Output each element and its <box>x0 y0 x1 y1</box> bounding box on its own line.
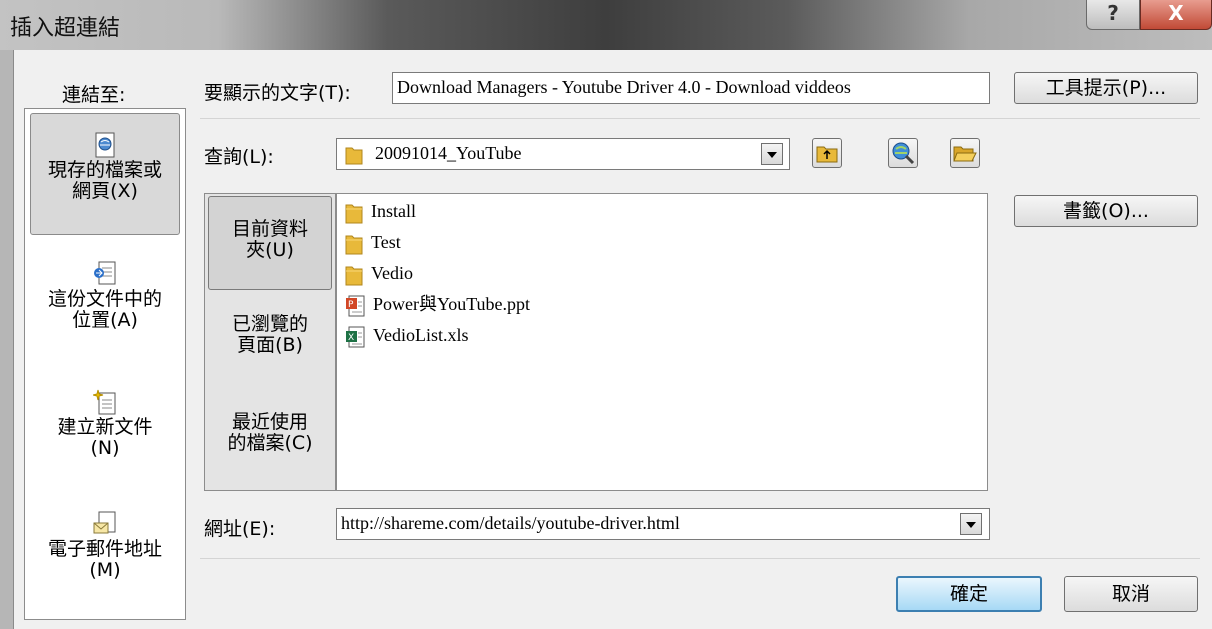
display-text-label: 要顯示的文字(T): <box>204 82 351 104</box>
tab-current-folder[interactable]: 目前資料 夾(U) <box>208 196 332 290</box>
separator <box>200 558 1200 559</box>
link-existing-label-2: 網頁(X) <box>72 180 138 202</box>
link-place-in-document[interactable]: 這份文件中的 位置(A) <box>30 255 180 355</box>
address-label: 網址(E): <box>204 518 276 540</box>
browse-source-tabs: 目前資料 夾(U) 已瀏覽的 頁面(B) 最近使用 的檔案(C) <box>204 193 336 491</box>
window-title: 插入超連結 <box>10 16 121 41</box>
document-place-icon <box>94 261 116 285</box>
look-in-dropdown-arrow[interactable] <box>761 143 783 165</box>
powerpoint-file-icon: P <box>346 295 365 317</box>
display-text-input[interactable]: Download Managers - Youtube Driver 4.0 -… <box>392 72 990 104</box>
tab-current-folder-label-1: 目前資料 <box>231 218 308 240</box>
folder-icon <box>345 204 363 224</box>
address-input[interactable]: http://shareme.com/details/youtube-drive… <box>336 508 990 540</box>
link-existing-file-or-web-page[interactable]: 現存的檔案或 網頁(X) <box>30 113 180 235</box>
excel-file-icon: X <box>346 326 365 348</box>
link-existing-label-1: 現存的檔案或 <box>47 159 162 181</box>
look-in-dropdown[interactable]: 20091014_YouTube <box>336 138 790 170</box>
tab-browsed-pages-label-2: 頁面(B) <box>237 334 303 356</box>
file-name: Power與YouTube.ppt <box>373 294 531 314</box>
address-dropdown-arrow[interactable] <box>960 513 982 535</box>
look-in-value: 20091014_YouTube <box>375 143 522 163</box>
list-item[interactable]: Install <box>345 196 416 226</box>
separator <box>200 118 1200 119</box>
link-create-new-document[interactable]: 建立新文件 (N) <box>30 385 180 485</box>
browse-web-button[interactable] <box>888 138 918 168</box>
link-to-label: 連結至: <box>62 84 126 106</box>
tab-recent-files-label-1: 最近使用 <box>231 411 308 433</box>
file-name: Install <box>371 201 416 221</box>
tab-current-folder-label-2: 夾(U) <box>246 239 294 261</box>
tab-recent-files-label-2: 的檔案(C) <box>227 432 313 454</box>
link-place-label-2: 位置(A) <box>72 309 138 331</box>
window-frame-left <box>0 50 14 629</box>
screentip-button[interactable]: 工具提示(P)... <box>1014 72 1198 104</box>
list-item[interactable]: X VedioList.xls <box>345 320 469 350</box>
list-item[interactable]: Test <box>345 227 401 257</box>
web-page-icon <box>95 132 115 158</box>
new-document-icon <box>93 389 116 415</box>
file-name: VedioList.xls <box>373 325 469 345</box>
browse-web-icon <box>892 142 915 165</box>
tab-browsed-pages[interactable]: 已瀏覽的 頁面(B) <box>208 306 332 376</box>
link-email-label-2: (M) <box>89 559 121 581</box>
tab-recent-files[interactable]: 最近使用 的檔案(C) <box>208 404 332 474</box>
file-list[interactable]: Install Test Vedio P Power與YouTube.ppt X V… <box>336 193 988 491</box>
link-new-doc-label-2: (N) <box>90 437 120 459</box>
list-item[interactable]: P Power與YouTube.ppt <box>345 289 530 319</box>
file-name: Vedio <box>371 263 413 283</box>
folder-icon <box>345 266 363 286</box>
file-name: Test <box>371 232 401 252</box>
cancel-button[interactable]: 取消 <box>1064 576 1198 612</box>
up-one-folder-button[interactable] <box>812 138 842 168</box>
folder-icon <box>345 235 363 255</box>
svg-text:X: X <box>348 333 354 343</box>
tab-browsed-pages-label-1: 已瀏覽的 <box>231 313 308 335</box>
bookmark-button[interactable]: 書籤(O)... <box>1014 195 1198 227</box>
open-folder-icon <box>953 146 977 162</box>
link-to-bar: 現存的檔案或 網頁(X) 這份文件中的 位置(A) 建立新文件 (N) 電子郵件… <box>24 108 186 620</box>
title-bar <box>0 0 1212 50</box>
svg-text:P: P <box>348 300 354 310</box>
link-email-address[interactable]: 電子郵件地址 (M) <box>30 509 180 609</box>
help-button[interactable]: ? <box>1086 0 1140 30</box>
up-folder-icon <box>816 146 838 163</box>
folder-icon <box>345 147 363 165</box>
link-email-label-1: 電子郵件地址 <box>47 538 162 560</box>
close-button[interactable]: X <box>1140 0 1212 30</box>
list-item[interactable]: Vedio <box>345 258 413 288</box>
link-place-label-1: 這份文件中的 <box>47 288 162 310</box>
link-new-doc-label-1: 建立新文件 <box>57 416 153 438</box>
look-in-label: 查詢(L): <box>204 146 274 168</box>
browse-file-button[interactable] <box>950 138 980 168</box>
email-icon <box>93 511 116 534</box>
ok-button[interactable]: 確定 <box>896 576 1042 612</box>
